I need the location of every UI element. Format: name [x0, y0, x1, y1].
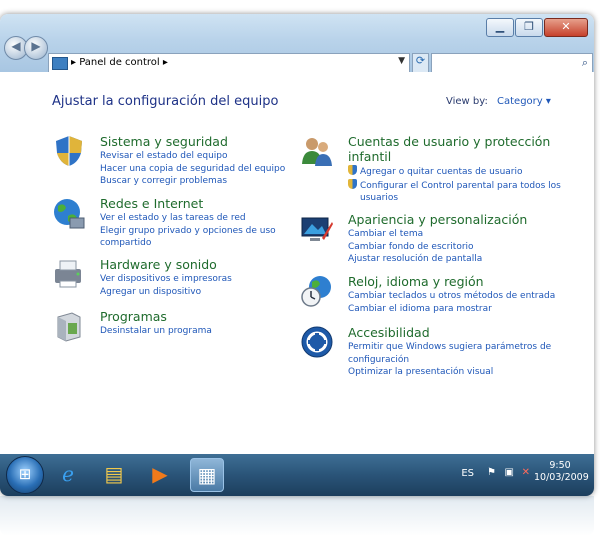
control-panel-window: ▁ ❐ ✕ ◀ ▶ ▸ Panel de control ▸ ▼ ⟳ ⌕ Aju…	[0, 14, 594, 496]
window-controls: ▁ ❐ ✕	[485, 18, 588, 37]
link[interactable]: Configurar el Control parental para todo…	[348, 178, 561, 193]
link[interactable]: Desinstalar un programa	[100, 325, 212, 338]
close-button[interactable]: ✕	[544, 18, 588, 37]
view-by: View by: Category ▾	[446, 96, 551, 107]
close-icon: ✕	[561, 20, 571, 33]
link[interactable]: Agregar un dispositivo	[100, 286, 232, 299]
category-title[interactable]: Sistema y seguridad	[100, 134, 228, 149]
category-links: Ver el estado y las tareas de red Elegir…	[100, 212, 276, 250]
view-by-value[interactable]: Category	[497, 96, 543, 107]
link[interactable]: configuración	[348, 354, 551, 367]
view-by-select[interactable]: Category ▾	[497, 96, 551, 107]
page-title: Ajustar la configuración del equipo	[52, 94, 279, 109]
category-clock-language: Reloj, idioma y región Cambiar teclados …	[300, 274, 560, 318]
taskbar: ⊞ ℯ ▤ ▶ ▦ ES ⚑ ▣ ✕ 9:50 10/03/2009	[0, 454, 594, 496]
category-links: Cambiar teclados u otros métodos de entr…	[348, 290, 555, 315]
address-bar[interactable]: ▸ Panel de control ▸ ▼	[48, 53, 410, 73]
link[interactable]: Revisar el estado del equipo	[100, 150, 285, 163]
search-icon[interactable]: ⌕	[582, 56, 588, 70]
category-title[interactable]: Apariencia y personalización	[348, 212, 527, 227]
internet-explorer-icon[interactable]: ℯ	[52, 458, 84, 490]
category-title-line2[interactable]: infantil	[348, 149, 391, 164]
link[interactable]: compartido	[100, 237, 276, 250]
category-hardware-sound: Hardware y sonido Ver dispositivos e imp…	[52, 257, 282, 301]
control-panel-icon	[52, 57, 68, 70]
control-panel-taskbar-button[interactable]: ▦	[190, 458, 224, 492]
category-system-security: Sistema y seguridad Revisar el estado de…	[52, 134, 285, 188]
link[interactable]: Cambiar el idioma para mostrar	[348, 303, 555, 316]
category-links: Desinstalar un programa	[100, 325, 212, 338]
clock-date: 10/03/2009	[534, 472, 589, 483]
link[interactable]: Cambiar el tema	[348, 228, 482, 241]
category-title[interactable]: Programas	[100, 309, 167, 324]
uac-shield-icon	[348, 165, 357, 175]
link[interactable]: Cambiar fondo de escritorio	[348, 241, 482, 254]
link[interactable]: Hacer una copia de seguridad del equipo	[100, 163, 285, 176]
network-icon[interactable]: ▣	[505, 467, 514, 478]
volume-muted-icon[interactable]: ✕	[522, 467, 530, 478]
category-programs: Programas Desinstalar un programa	[52, 309, 282, 349]
control-panel-content: Ajustar la configuración del equipo View…	[0, 72, 594, 454]
link[interactable]: Ver el estado y las tareas de red	[100, 212, 276, 225]
maximize-button[interactable]: ❐	[515, 18, 543, 37]
clock-time: 9:50	[549, 460, 571, 471]
forward-button[interactable]: ▶	[24, 36, 48, 60]
maximize-icon: ❐	[524, 20, 534, 33]
category-user-accounts: Cuentas de usuario y protección infantil …	[300, 134, 561, 203]
category-title-line1[interactable]: Cuentas de usuario y protección	[348, 134, 550, 149]
link[interactable]: Permitir que Windows sugiera parámetros …	[348, 341, 551, 354]
users-icon	[302, 138, 332, 166]
clock[interactable]: 9:50 10/03/2009	[534, 460, 589, 484]
printer-icon	[55, 260, 81, 288]
windows-logo-icon: ⊞	[18, 465, 32, 483]
category-title[interactable]: Redes e Internet	[100, 196, 203, 211]
security-shield-icon	[56, 136, 82, 166]
link[interactable]: Ajustar resolución de pantalla	[348, 253, 482, 266]
link[interactable]: Buscar y corregir problemas	[100, 175, 285, 188]
category-title[interactable]: Cuentas de usuario y protección infantil	[348, 134, 550, 164]
category-accessibility: Accesibilidad Permitir que Windows sugie…	[300, 325, 560, 377]
link-text[interactable]: Configurar el Control parental para todo…	[360, 181, 561, 191]
category-links: Agregar o quitar cuentas de usuario Conf…	[348, 165, 561, 205]
flag-icon[interactable]: ⚑	[487, 467, 496, 478]
clock-globe-icon	[301, 276, 331, 307]
view-by-label: View by:	[446, 96, 488, 107]
file-explorer-icon[interactable]: ▤	[98, 458, 130, 490]
refresh-icon: ⟳	[415, 54, 426, 67]
category-title[interactable]: Accesibilidad	[348, 325, 430, 340]
minimize-button[interactable]: ▁	[486, 18, 514, 37]
category-title[interactable]: Reloj, idioma y región	[348, 274, 484, 289]
breadcrumb: ▸ Panel de control ▸	[71, 57, 168, 68]
category-title[interactable]: Hardware y sonido	[100, 257, 217, 272]
window-reflection	[0, 496, 594, 536]
search-input[interactable]: ⌕	[431, 53, 593, 73]
category-links: Permitir que Windows sugiera parámetros …	[348, 341, 551, 379]
title-bar: ▁ ❐ ✕ ◀ ▶ ▸ Panel de control ▸ ▼ ⟳ ⌕	[0, 14, 594, 73]
link[interactable]: Cambiar teclados u otros métodos de entr…	[348, 290, 555, 303]
uac-shield-icon	[348, 178, 357, 189]
breadcrumb-control-panel[interactable]: Panel de control	[79, 57, 160, 68]
link[interactable]: usuarios	[348, 192, 561, 205]
category-links: Revisar el estado del equipo Hacer una c…	[100, 150, 285, 188]
language-indicator[interactable]: ES	[461, 468, 474, 479]
link-text[interactable]: Agregar o quitar cuentas de usuario	[360, 167, 523, 177]
link[interactable]: Elegir grupo privado y opciones de uso	[100, 225, 276, 238]
refresh-button[interactable]: ⟳	[412, 53, 429, 73]
accessibility-icon	[301, 326, 333, 358]
appearance-monitor-icon	[301, 217, 333, 241]
category-network-internet: Redes e Internet Ver el estado y las tar…	[52, 196, 282, 248]
forward-arrow-icon: ▶	[31, 39, 41, 53]
link[interactable]: Ver dispositivos e impresoras	[100, 273, 232, 286]
address-dropdown-icon[interactable]: ▼	[398, 56, 405, 66]
start-button[interactable]: ⊞	[6, 456, 44, 494]
link[interactable]: Optimizar la presentación visual	[348, 366, 551, 379]
category-appearance: Apariencia y personalización Cambiar el …	[300, 212, 560, 264]
category-links: Cambiar el tema Cambiar fondo de escrito…	[348, 228, 482, 266]
minimize-icon: ▁	[495, 20, 505, 33]
link[interactable]: Agregar o quitar cuentas de usuario	[348, 165, 561, 179]
programs-box-icon	[57, 312, 81, 342]
category-links: Ver dispositivos e impresoras Agregar un…	[100, 273, 232, 298]
network-globe-icon	[54, 199, 85, 229]
media-player-icon[interactable]: ▶	[144, 458, 176, 490]
